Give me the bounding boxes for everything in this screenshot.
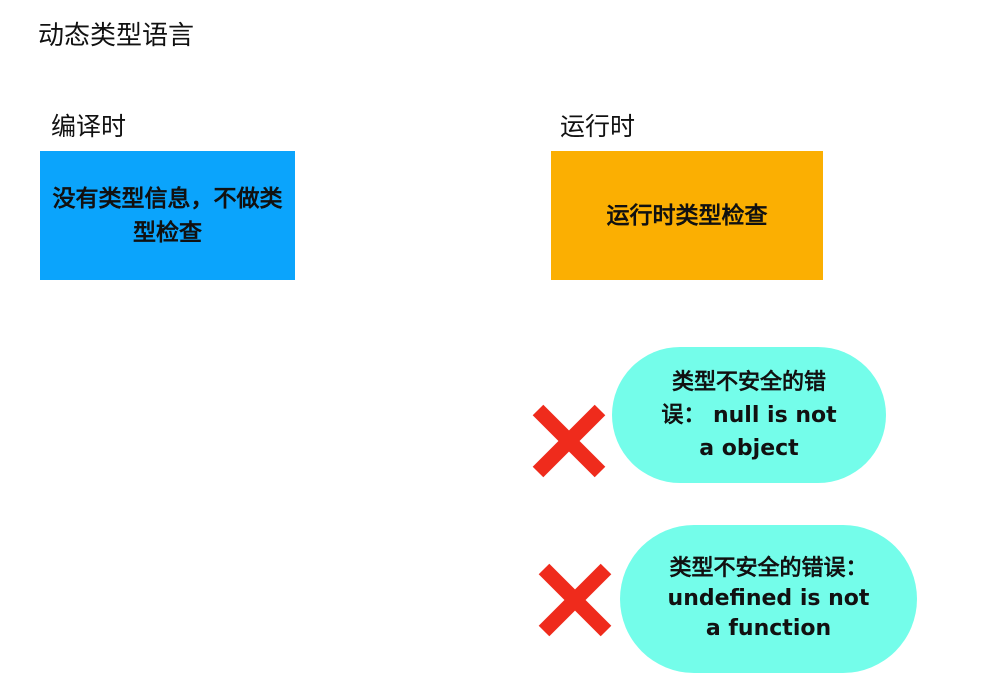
runtime-heading: 运行时 xyxy=(560,112,636,141)
compile-time-heading: 编译时 xyxy=(51,112,127,141)
error-bubble-undefined-text: 类型不安全的错误： undefined is not a function xyxy=(667,556,870,641)
cross-icon xyxy=(529,401,609,481)
compile-time-box: 没有类型信息，不做类型检查 xyxy=(40,151,295,280)
runtime-box-text: 运行时类型检查 xyxy=(606,202,768,229)
cross-icon xyxy=(535,560,615,640)
diagram-title: 动态类型语言 xyxy=(38,21,195,51)
error-bubble-null-text: 类型不安全的错误： null is not a object xyxy=(661,369,837,461)
error-bubble-undefined: 类型不安全的错误： undefined is not a function xyxy=(620,525,917,673)
error-bubble-null: 类型不安全的错误： null is not a object xyxy=(612,347,886,483)
runtime-box: 运行时类型检查 xyxy=(551,151,823,280)
compile-time-box-text: 没有类型信息，不做类型检查 xyxy=(52,185,283,246)
